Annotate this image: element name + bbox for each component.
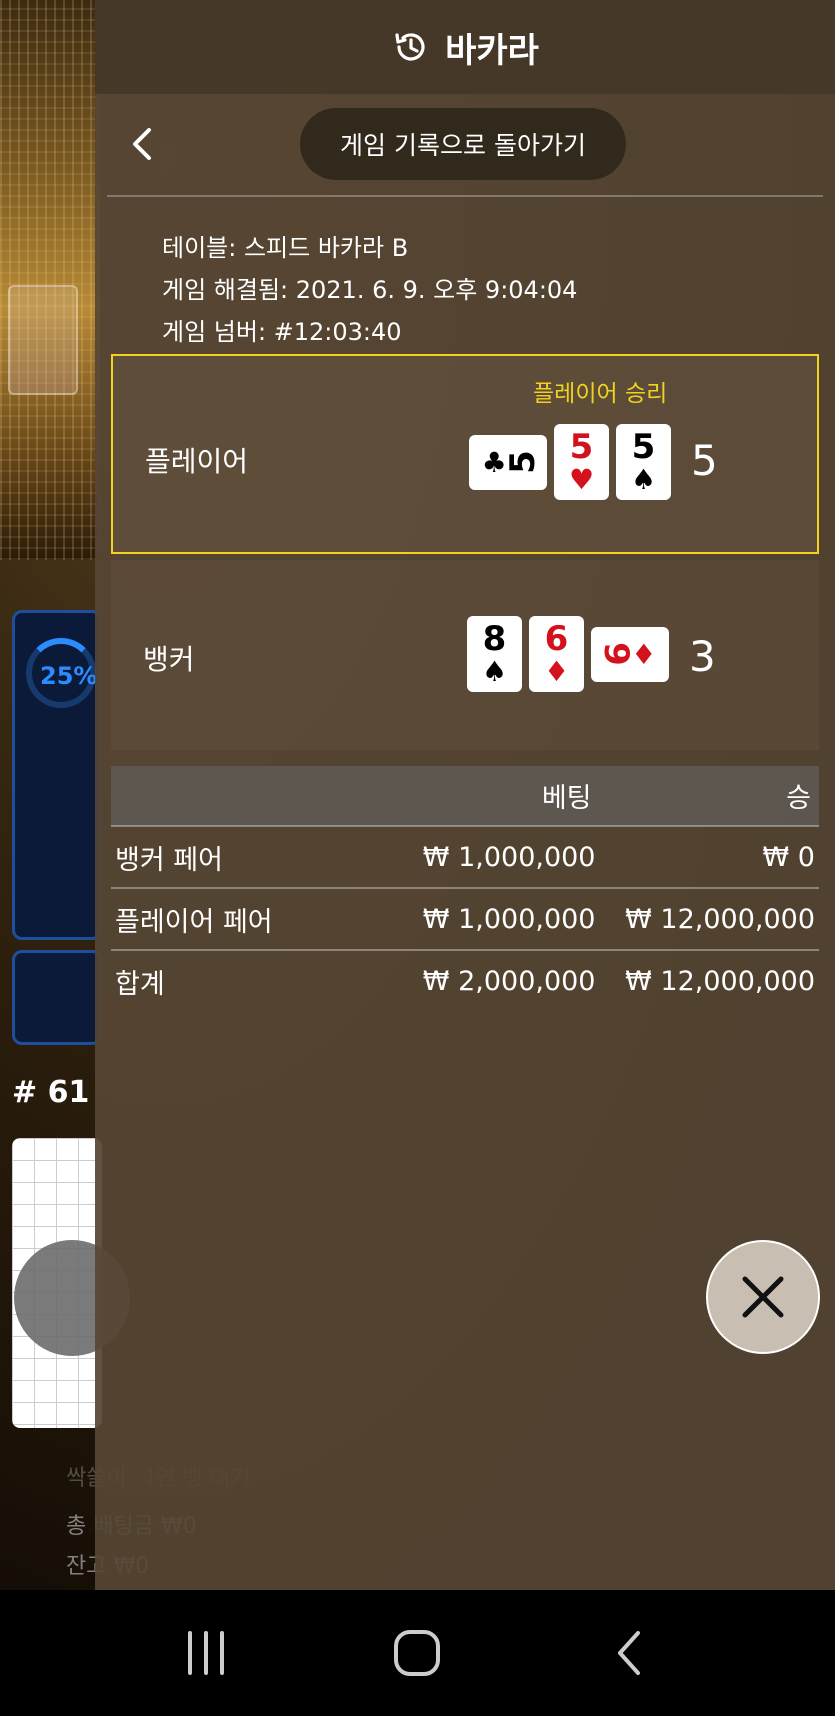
system-back-button[interactable]: [589, 1613, 669, 1693]
game-number: 게임 넘버: #12:03:40: [162, 318, 402, 346]
table-row: 플레이어 페어 ₩ 1,000,000 ₩ 12,000,000: [111, 887, 819, 950]
home-icon: [394, 1630, 441, 1676]
casino-lights-backdrop: [0, 0, 100, 560]
bet-name: 합계: [111, 949, 381, 1012]
bet-amount: ₩ 1,000,000: [380, 887, 600, 950]
recent-apps-icon: [187, 1631, 224, 1675]
playing-card: 5 ♥: [554, 424, 609, 500]
bets-table: 베팅 승 뱅커 페어 ₩ 1,000,000 ₩ 0 플레이어 페어 ₩ 1,0…: [111, 766, 819, 1012]
player-label: 플레이어: [145, 445, 249, 478]
recent-apps-button[interactable]: [166, 1613, 246, 1693]
game-history-panel: 바카라 게임 기록으로 돌아가기 테이블: 스피드 바카라 B 게임 해결됨: …: [95, 0, 835, 1590]
player-cards: ♣ 5 5 ♥ 5 ♠: [469, 424, 671, 500]
banker-label: 뱅커: [143, 643, 195, 676]
player-score: 5: [691, 436, 718, 485]
close-button[interactable]: [706, 1240, 820, 1354]
playing-card: 6 ♦: [529, 616, 584, 692]
back-button[interactable]: [119, 120, 167, 168]
table-row: 뱅커 페어 ₩ 1,000,000 ₩ 0: [111, 825, 819, 888]
win-amount: ₩ 12,000,000: [599, 949, 819, 1012]
col-header-win: 승: [786, 783, 811, 814]
bet-spot-panel-2: [12, 950, 102, 1045]
chevron-left-icon: [133, 128, 151, 160]
home-button[interactable]: [377, 1613, 457, 1693]
progress-ring: 25%: [26, 638, 98, 708]
close-icon: [742, 1276, 784, 1318]
col-header-name: [111, 766, 380, 826]
bet-amount: ₩ 1,000,000: [380, 825, 600, 888]
banker-hand-row: 뱅커 8 ♠ 6 ♦ 9 ♦ 3: [111, 560, 819, 750]
round-number: # 61: [12, 1075, 90, 1110]
table-row: 합계 ₩ 2,000,000 ₩ 12,000,000: [111, 949, 819, 1012]
table-name: 테이블: 스피드 바카라 B: [162, 234, 409, 262]
bet-name: 뱅커 페어: [111, 825, 381, 888]
progress-label: 25%: [40, 662, 98, 690]
divider: [107, 195, 823, 197]
bet-name: 플레이어 페어: [111, 887, 381, 950]
bet-amount: ₩ 2,000,000: [380, 949, 600, 1012]
playing-card: 8 ♠: [467, 616, 522, 692]
back-arrow-icon: [618, 1631, 641, 1675]
panel-header: 바카라: [95, 0, 835, 94]
banker-cards: 8 ♠ 6 ♦ 9 ♦: [467, 616, 669, 692]
playing-card: ♣ 5: [469, 434, 547, 490]
history-icon: [395, 33, 425, 61]
card-shoe: [8, 285, 78, 395]
bets-header-row: 베팅 승: [111, 766, 819, 826]
back-to-history-button[interactable]: 게임 기록으로 돌아가기: [300, 108, 626, 180]
playing-card: 5 ♠: [616, 424, 671, 500]
resolved-time: 게임 해결됨: 2021. 6. 9. 오후 9:04:04: [162, 276, 578, 304]
banker-score: 3: [689, 632, 716, 681]
win-amount: ₩ 0: [599, 825, 819, 888]
col-header-bet: 베팅: [541, 783, 592, 814]
playing-card: 9 ♦: [591, 626, 669, 682]
panel-title: 바카라: [445, 30, 539, 71]
player-win-label: 플레이어 승리: [533, 381, 668, 407]
player-hand-row: 플레이어 승리 플레이어 ♣ 5 5 ♥ 5 ♠ 5: [111, 354, 819, 554]
system-nav-bar: [0, 1590, 835, 1716]
win-amount: ₩ 12,000,000: [599, 887, 819, 950]
